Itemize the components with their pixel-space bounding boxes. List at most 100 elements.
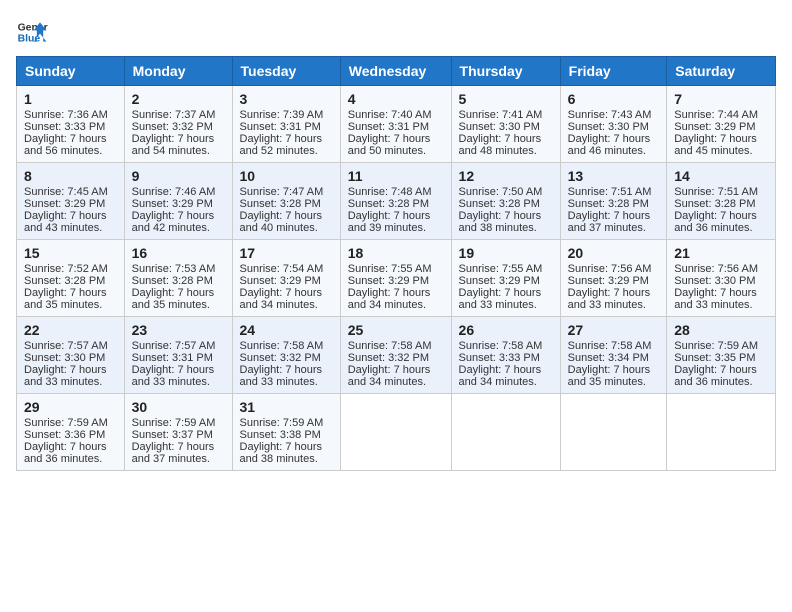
sunrise-label: Sunrise: 7:57 AM <box>132 340 216 352</box>
sunset-label: Sunset: 3:29 PM <box>348 275 429 287</box>
sunset-label: Sunset: 3:31 PM <box>132 352 213 364</box>
sunset-label: Sunset: 3:31 PM <box>348 121 429 133</box>
day-number: 11 <box>348 168 444 184</box>
daylight-label: Daylight: 7 hours and 45 minutes. <box>674 133 757 157</box>
day-number: 4 <box>348 91 444 107</box>
daylight-label: Daylight: 7 hours and 43 minutes. <box>24 210 107 234</box>
sunrise-label: Sunrise: 7:54 AM <box>240 263 324 275</box>
sunset-label: Sunset: 3:28 PM <box>674 198 755 210</box>
calendar-week-2: 8Sunrise: 7:45 AMSunset: 3:29 PMDaylight… <box>17 163 776 240</box>
sunset-label: Sunset: 3:33 PM <box>24 121 105 133</box>
calendar-cell: 20Sunrise: 7:56 AMSunset: 3:29 PMDayligh… <box>560 240 667 317</box>
daylight-label: Daylight: 7 hours and 40 minutes. <box>240 210 323 234</box>
day-number: 15 <box>24 245 117 261</box>
calendar-cell <box>451 394 560 471</box>
sunset-label: Sunset: 3:29 PM <box>132 198 213 210</box>
sunset-label: Sunset: 3:35 PM <box>674 352 755 364</box>
day-number: 22 <box>24 322 117 338</box>
calendar-cell: 10Sunrise: 7:47 AMSunset: 3:28 PMDayligh… <box>232 163 340 240</box>
day-number: 9 <box>132 168 225 184</box>
sunset-label: Sunset: 3:37 PM <box>132 429 213 441</box>
day-number: 25 <box>348 322 444 338</box>
sunrise-label: Sunrise: 7:52 AM <box>24 263 108 275</box>
day-number: 28 <box>674 322 768 338</box>
day-number: 3 <box>240 91 333 107</box>
calendar-cell: 27Sunrise: 7:58 AMSunset: 3:34 PMDayligh… <box>560 317 667 394</box>
calendar-week-5: 29Sunrise: 7:59 AMSunset: 3:36 PMDayligh… <box>17 394 776 471</box>
daylight-label: Daylight: 7 hours and 56 minutes. <box>24 133 107 157</box>
day-number: 30 <box>132 399 225 415</box>
day-number: 19 <box>459 245 553 261</box>
calendar-cell: 9Sunrise: 7:46 AMSunset: 3:29 PMDaylight… <box>124 163 232 240</box>
day-number: 24 <box>240 322 333 338</box>
sunrise-label: Sunrise: 7:56 AM <box>674 263 758 275</box>
sunrise-label: Sunrise: 7:55 AM <box>348 263 432 275</box>
calendar-cell: 13Sunrise: 7:51 AMSunset: 3:28 PMDayligh… <box>560 163 667 240</box>
calendar-week-4: 22Sunrise: 7:57 AMSunset: 3:30 PMDayligh… <box>17 317 776 394</box>
daylight-label: Daylight: 7 hours and 38 minutes. <box>459 210 542 234</box>
sunset-label: Sunset: 3:28 PM <box>132 275 213 287</box>
calendar-cell: 30Sunrise: 7:59 AMSunset: 3:37 PMDayligh… <box>124 394 232 471</box>
sunrise-label: Sunrise: 7:36 AM <box>24 109 108 121</box>
calendar-cell: 6Sunrise: 7:43 AMSunset: 3:30 PMDaylight… <box>560 86 667 163</box>
calendar-cell: 18Sunrise: 7:55 AMSunset: 3:29 PMDayligh… <box>340 240 451 317</box>
sunset-label: Sunset: 3:34 PM <box>568 352 649 364</box>
sunset-label: Sunset: 3:33 PM <box>459 352 540 364</box>
daylight-label: Daylight: 7 hours and 33 minutes. <box>24 364 107 388</box>
daylight-label: Daylight: 7 hours and 36 minutes. <box>674 364 757 388</box>
sunrise-label: Sunrise: 7:53 AM <box>132 263 216 275</box>
day-number: 18 <box>348 245 444 261</box>
calendar-cell: 5Sunrise: 7:41 AMSunset: 3:30 PMDaylight… <box>451 86 560 163</box>
day-number: 7 <box>674 91 768 107</box>
calendar-cell: 23Sunrise: 7:57 AMSunset: 3:31 PMDayligh… <box>124 317 232 394</box>
sunrise-label: Sunrise: 7:51 AM <box>568 186 652 198</box>
daylight-label: Daylight: 7 hours and 35 minutes. <box>568 364 651 388</box>
sunrise-label: Sunrise: 7:59 AM <box>240 417 324 429</box>
calendar-cell: 7Sunrise: 7:44 AMSunset: 3:29 PMDaylight… <box>667 86 776 163</box>
calendar-cell <box>560 394 667 471</box>
day-number: 1 <box>24 91 117 107</box>
sunset-label: Sunset: 3:29 PM <box>674 121 755 133</box>
logo: General Blue <box>16 16 48 48</box>
day-number: 2 <box>132 91 225 107</box>
daylight-label: Daylight: 7 hours and 52 minutes. <box>240 133 323 157</box>
day-number: 12 <box>459 168 553 184</box>
sunrise-label: Sunrise: 7:58 AM <box>568 340 652 352</box>
day-header-friday: Friday <box>560 57 667 86</box>
sunrise-label: Sunrise: 7:59 AM <box>674 340 758 352</box>
day-number: 29 <box>24 399 117 415</box>
daylight-label: Daylight: 7 hours and 39 minutes. <box>348 210 431 234</box>
sunset-label: Sunset: 3:29 PM <box>240 275 321 287</box>
daylight-label: Daylight: 7 hours and 54 minutes. <box>132 133 215 157</box>
calendar-cell: 31Sunrise: 7:59 AMSunset: 3:38 PMDayligh… <box>232 394 340 471</box>
sunset-label: Sunset: 3:29 PM <box>568 275 649 287</box>
sunset-label: Sunset: 3:30 PM <box>674 275 755 287</box>
sunset-label: Sunset: 3:32 PM <box>240 352 321 364</box>
daylight-label: Daylight: 7 hours and 37 minutes. <box>568 210 651 234</box>
sunrise-label: Sunrise: 7:41 AM <box>459 109 543 121</box>
calendar-cell: 1 Sunrise: 7:36 AMSunset: 3:33 PMDaylight… <box>17 86 125 163</box>
daylight-label: Daylight: 7 hours and 46 minutes. <box>568 133 651 157</box>
daylight-label: Daylight: 7 hours and 33 minutes. <box>674 287 757 311</box>
sunset-label: Sunset: 3:38 PM <box>240 429 321 441</box>
sunrise-label: Sunrise: 7:37 AM <box>132 109 216 121</box>
logo-icon: General Blue <box>16 16 48 48</box>
sunset-label: Sunset: 3:28 PM <box>568 198 649 210</box>
calendar-cell: 21Sunrise: 7:56 AMSunset: 3:30 PMDayligh… <box>667 240 776 317</box>
calendar-week-1: 1Sunrise: 7:36 AMSunset: 3:33 PMDaylight… <box>17 86 776 163</box>
sunset-label: Sunset: 3:30 PM <box>568 121 649 133</box>
calendar-cell: 24Sunrise: 7:58 AMSunset: 3:32 PMDayligh… <box>232 317 340 394</box>
sunrise-label: Sunrise: 7:47 AM <box>240 186 324 198</box>
calendar-cell: 29Sunrise: 7:59 AMSunset: 3:36 PMDayligh… <box>17 394 125 471</box>
sunrise-label: Sunrise: 7:58 AM <box>348 340 432 352</box>
day-header-wednesday: Wednesday <box>340 57 451 86</box>
daylight-label: Daylight: 7 hours and 36 minutes. <box>24 441 107 465</box>
sunrise-label: Sunrise: 7:40 AM <box>348 109 432 121</box>
sunset-label: Sunset: 3:28 PM <box>24 275 105 287</box>
sunrise-label: Sunrise: 7:48 AM <box>348 186 432 198</box>
sunrise-label: Sunrise: 7:57 AM <box>24 340 108 352</box>
daylight-label: Daylight: 7 hours and 34 minutes. <box>459 364 542 388</box>
calendar-cell: 28 Sunrise: 7:59 AMSunset: 3:35 PMDayligh… <box>667 317 776 394</box>
sunrise-label: Sunrise: 7:46 AM <box>132 186 216 198</box>
daylight-label: Daylight: 7 hours and 33 minutes. <box>240 364 323 388</box>
